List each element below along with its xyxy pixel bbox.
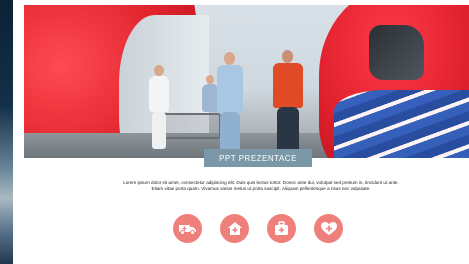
adjacent-slide-edge [0,0,13,264]
description-text: Lorem ipsum dolor sit amet, consectetur … [123,180,399,192]
badge-label: PPT PREZENTACE [219,153,297,163]
first-aid-kit-icon[interactable] [267,214,296,243]
stretcher [162,113,221,139]
helicopter-window [369,25,424,80]
heart-plus-icon[interactable] [314,214,343,243]
presentation-title-badge: PPT PREZENTACE [204,149,312,167]
hospital-house-icon[interactable] [220,214,249,243]
icon-row [173,214,343,244]
ambulance-icon[interactable] [173,214,202,243]
helicopter-blue-stripes [334,90,469,158]
hero-photo [24,5,469,158]
